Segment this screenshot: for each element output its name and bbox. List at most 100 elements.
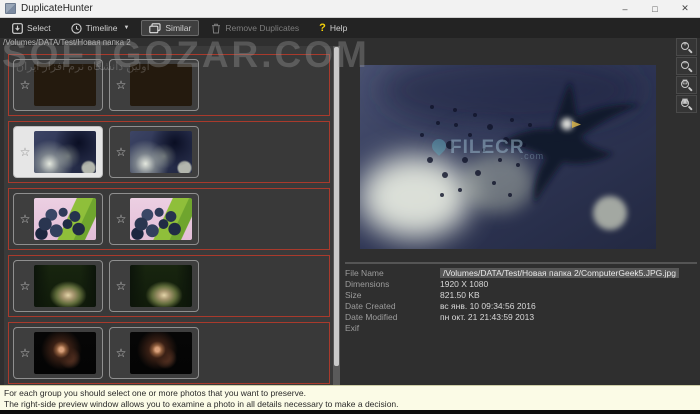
thumbnail-image-dark-portrait — [130, 332, 192, 374]
thumbnail-image-eagle-particle-art — [130, 131, 192, 173]
duplicate-groups-panel: ☆☆☆☆☆☆☆☆☆☆ — [4, 46, 340, 385]
similar-label: Similar — [165, 23, 191, 33]
clock-icon — [71, 23, 82, 34]
favorite-star-icon[interactable]: ☆ — [16, 213, 34, 225]
duplicate-thumbnail-card[interactable]: ☆ — [13, 126, 103, 178]
thumbnail-image-sunset-explosion-road — [130, 64, 192, 106]
select-icon — [12, 23, 23, 34]
help-button[interactable]: ? Help — [311, 20, 355, 36]
metadata-value: /Volumes/DATA/Test/Новая папка 2/Compute… — [440, 268, 679, 278]
window-title: DuplicateHunter — [21, 3, 93, 14]
duplicate-thumbnail-card[interactable]: ☆ — [13, 327, 103, 379]
favorite-star-icon[interactable]: ☆ — [112, 347, 130, 359]
duplicate-group-eagle-particle-art: ☆☆ — [8, 121, 330, 183]
filecr-watermark: FILECR.com — [432, 137, 548, 159]
thumbnail-image-grapes-still-life — [130, 198, 192, 240]
metadata-row: Date Modifiedпн окт. 21 21:43:59 2013 — [345, 311, 697, 322]
duplicate-thumbnail-card[interactable]: ☆ — [109, 327, 199, 379]
minimize-button[interactable]: – — [610, 0, 640, 17]
status-hint-line1: For each group you should select one or … — [4, 388, 696, 399]
trash-icon — [211, 23, 221, 34]
magnifier-icon: ⊡ — [681, 80, 692, 91]
duplicate-group-dark-portrait: ☆☆ — [8, 322, 330, 384]
metadata-value: пн окт. 21 21:43:59 2013 — [440, 312, 534, 322]
duplicate-thumbnail-card[interactable]: ☆ — [13, 260, 103, 312]
select-label: Select — [27, 23, 51, 33]
metadata-panel: File Name/Volumes/DATA/Test/Новая папка … — [345, 262, 697, 333]
thumbnail-image-eagle-particle-art — [34, 131, 96, 173]
scrollbar-thumb[interactable] — [334, 47, 339, 366]
magnifier-icon: ▣ — [681, 99, 692, 110]
thumbnail-image-forest-path — [34, 265, 96, 307]
duplicate-thumbnail-card[interactable]: ☆ — [109, 260, 199, 312]
app-icon — [5, 3, 16, 14]
timeline-label: Timeline — [86, 23, 118, 33]
favorite-star-icon[interactable]: ☆ — [112, 280, 130, 292]
duplicate-group-sunset-explosion-road: ☆☆ — [8, 54, 330, 116]
duplicate-thumbnail-card[interactable]: ☆ — [109, 126, 199, 178]
metadata-value: 821.50 KB — [440, 290, 480, 300]
window-controls: – □ ✕ — [610, 0, 700, 17]
metadata-label: Date Created — [345, 301, 440, 311]
favorite-star-icon[interactable]: ☆ — [16, 280, 34, 292]
zoom-actual-button[interactable]: ▣ — [676, 95, 697, 113]
help-label: Help — [330, 23, 347, 33]
preview-image: FILECR.com — [360, 65, 656, 249]
close-button[interactable]: ✕ — [670, 0, 700, 17]
metadata-label: Date Modified — [345, 312, 440, 322]
app-window: DuplicateHunter – □ ✕ Select Timeline ▼ … — [0, 0, 700, 414]
duplicate-thumbnail-card[interactable]: ☆ — [109, 193, 199, 245]
duplicate-thumbnail-card[interactable]: ☆ — [13, 193, 103, 245]
thumbnail-image-grapes-still-life — [34, 198, 96, 240]
status-hint-line2: The right-side preview window allows you… — [4, 399, 696, 410]
zoom-in-button[interactable]: + — [676, 38, 697, 56]
favorite-star-icon[interactable]: ☆ — [16, 146, 34, 158]
metadata-value: 1920 X 1080 — [440, 279, 488, 289]
filecr-watermark-icon — [429, 136, 449, 156]
metadata-label: File Name — [345, 268, 440, 278]
favorite-star-icon[interactable]: ☆ — [112, 213, 130, 225]
magnifier-icon: − — [681, 61, 692, 72]
metadata-label: Size — [345, 290, 440, 300]
metadata-row: File Name/Volumes/DATA/Test/Новая папка … — [345, 267, 697, 278]
bottom-strip — [0, 410, 700, 414]
duplicate-group-forest-path: ☆☆ — [8, 255, 330, 317]
chevron-down-icon: ▼ — [123, 25, 129, 31]
duplicate-group-grapes-still-life: ☆☆ — [8, 188, 330, 250]
metadata-value: вс янв. 10 09:34:56 2016 — [440, 301, 536, 311]
zoom-toolbar: + − ⊡ ▣ — [676, 38, 697, 113]
main-toolbar: Select Timeline ▼ Similar Remove Duplica… — [0, 18, 700, 38]
thumbnail-image-forest-path — [130, 265, 192, 307]
favorite-star-icon[interactable]: ☆ — [16, 347, 34, 359]
timeline-button[interactable]: Timeline ▼ — [63, 20, 138, 36]
metadata-row: Date Createdвс янв. 10 09:34:56 2016 — [345, 300, 697, 311]
zoom-fit-button[interactable]: ⊡ — [676, 76, 697, 94]
thumbnail-image-sunset-explosion-road — [34, 64, 96, 106]
metadata-row: Exif — [345, 322, 697, 333]
maximize-button[interactable]: □ — [640, 0, 670, 17]
thumbnail-image-dark-portrait — [34, 332, 96, 374]
status-bar: For each group you should select one or … — [0, 385, 700, 410]
content-area: ☆☆☆☆☆☆☆☆☆☆ — [0, 46, 700, 385]
metadata-label: Dimensions — [345, 279, 440, 289]
favorite-star-icon[interactable]: ☆ — [112, 79, 130, 91]
remove-duplicates-label: Remove Duplicates — [225, 23, 299, 33]
help-icon: ? — [319, 22, 326, 34]
title-bar: DuplicateHunter – □ ✕ — [0, 0, 700, 18]
duplicate-groups-list: ☆☆☆☆☆☆☆☆☆☆ — [8, 54, 330, 384]
preview-panel: FILECR.com File Name/Volumes/DATA/Test/Н… — [340, 46, 700, 385]
remove-duplicates-button[interactable]: Remove Duplicates — [203, 20, 307, 36]
metadata-row: Dimensions1920 X 1080 — [345, 278, 697, 289]
magnifier-icon: + — [681, 42, 692, 53]
duplicate-thumbnail-card[interactable]: ☆ — [13, 59, 103, 111]
metadata-label: Exif — [345, 323, 440, 333]
favorite-star-icon[interactable]: ☆ — [16, 79, 34, 91]
duplicate-thumbnail-card[interactable]: ☆ — [109, 59, 199, 111]
vertical-scrollbar[interactable] — [333, 46, 340, 385]
similar-button[interactable]: Similar — [141, 20, 199, 36]
favorite-star-icon[interactable]: ☆ — [112, 146, 130, 158]
select-button[interactable]: Select — [4, 20, 59, 36]
zoom-out-button[interactable]: − — [676, 57, 697, 75]
similar-photos-icon — [149, 23, 161, 34]
metadata-row: Size821.50 KB — [345, 289, 697, 300]
